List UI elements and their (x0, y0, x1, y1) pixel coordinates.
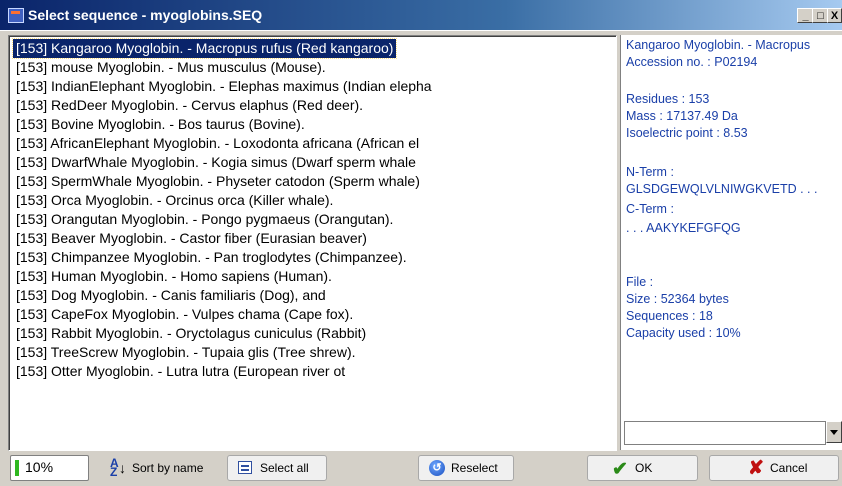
check-icon: ✔ (612, 459, 628, 480)
select-all-icon (238, 461, 252, 474)
sort-label: Sort by name (132, 461, 204, 475)
x-icon: ✘ (748, 458, 764, 479)
cancel-label: Cancel (770, 461, 808, 475)
sequence-row[interactable]: [153] CapeFox Myoglobin. - Vulpes chama … (13, 305, 356, 324)
sequence-row[interactable]: [153] AfricanElephant Myoglobin. - Loxod… (13, 134, 422, 153)
info-name: Kangaroo Myoglobin. - Macropus (626, 38, 811, 52)
title-bar[interactable]: Select sequence - myoglobins.SEQ _ □ X (0, 0, 842, 30)
window-title: Select sequence - myoglobins.SEQ (28, 7, 263, 23)
info-size: Size : 52364 bytes (626, 292, 729, 306)
capacity-progress: 10% (10, 455, 89, 481)
reselect-label: Reselect (451, 461, 498, 475)
sequence-row[interactable]: [153] Orca Myoglobin. - Orcinus orca (Ki… (13, 191, 336, 210)
info-file-label: File : (626, 275, 654, 289)
progress-label: 10% (25, 459, 54, 475)
divider (0, 30, 842, 31)
sequence-row[interactable]: [153] TreeScrew Myoglobin. - Tupaia glis… (13, 343, 359, 362)
info-accession: Accession no. : P02194 (626, 55, 758, 69)
sequence-row[interactable]: [153] Human Myoglobin. - Homo sapiens (H… (13, 267, 335, 286)
select-all-button[interactable]: Select all (227, 455, 327, 481)
cancel-button[interactable]: ✘ Cancel (709, 455, 839, 481)
scroll-down-button[interactable] (826, 421, 842, 443)
sequence-row[interactable]: [153] DwarfWhale Myoglobin. - Kogia simu… (13, 153, 419, 172)
info-nterm-seq: GLSDGEWQLVLNIWGKVETD . . . (626, 182, 818, 196)
reselect-icon: ↺ (429, 460, 445, 476)
info-panel: Kangaroo Myoglobin. - Macropus Accession… (620, 35, 842, 450)
reselect-button[interactable]: ↺ Reselect (418, 455, 514, 481)
sequence-row[interactable]: [153] Bovine Myoglobin. - Bos taurus (Bo… (13, 115, 308, 134)
info-nterm-label: N-Term : (626, 165, 674, 179)
sequence-row[interactable]: [153] Dog Myoglobin. - Canis familiaris … (13, 286, 329, 305)
info-mass: Mass : 17137.49 Da (626, 109, 738, 123)
info-cterm-label: C-Term : (626, 202, 674, 216)
sequence-row[interactable]: [153] Rabbit Myoglobin. - Oryctolagus cu… (13, 324, 369, 343)
select-all-label: Select all (260, 461, 309, 475)
sequence-row[interactable]: [153] Otter Myoglobin. - Lutra lutra (Eu… (13, 362, 348, 381)
info-cterm-seq: . . . AAKYKEFGFQG (626, 221, 741, 235)
progress-fill (15, 460, 19, 476)
sort-by-name-button[interactable]: AZ ↓ Sort by name (97, 455, 217, 481)
side-combo-field[interactable] (624, 421, 826, 445)
sequence-row[interactable]: [153] SpermWhale Myoglobin. - Physeter c… (13, 172, 423, 191)
close-button[interactable]: X (827, 8, 842, 23)
sequence-row[interactable]: [153] Orangutan Myoglobin. - Pongo pygma… (13, 210, 396, 229)
info-capacity: Capacity used : 10% (626, 326, 741, 340)
sequence-row[interactable]: [153] Chimpanzee Myoglobin. - Pan troglo… (13, 248, 410, 267)
ok-button[interactable]: ✔ OK (587, 455, 698, 481)
sequence-row[interactable]: [153] IndianElephant Myoglobin. - Elepha… (13, 77, 435, 96)
sequence-list[interactable]: [153] Kangaroo Myoglobin. - Macropus ruf… (8, 35, 617, 451)
sort-arrow-icon: ↓ (119, 460, 126, 476)
dialog-window: Select sequence - myoglobins.SEQ _ □ X [… (0, 0, 842, 486)
info-isoelectric: Isoelectric point : 8.53 (626, 126, 748, 140)
app-icon (8, 8, 24, 23)
info-sequences: Sequences : 18 (626, 309, 713, 323)
sort-az-icon: AZ (110, 456, 119, 479)
ok-label: OK (635, 461, 653, 475)
sequence-row[interactable]: [153] Beaver Myoglobin. - Castor fiber (… (13, 229, 370, 248)
sequence-row[interactable]: [153] mouse Myoglobin. - Mus musculus (M… (13, 58, 329, 77)
sequence-row[interactable]: [153] RedDeer Myoglobin. - Cervus elaphu… (13, 96, 366, 115)
info-residues: Residues : 153 (626, 92, 710, 106)
sequence-row[interactable]: [153] Kangaroo Myoglobin. - Macropus ruf… (11, 38, 398, 59)
